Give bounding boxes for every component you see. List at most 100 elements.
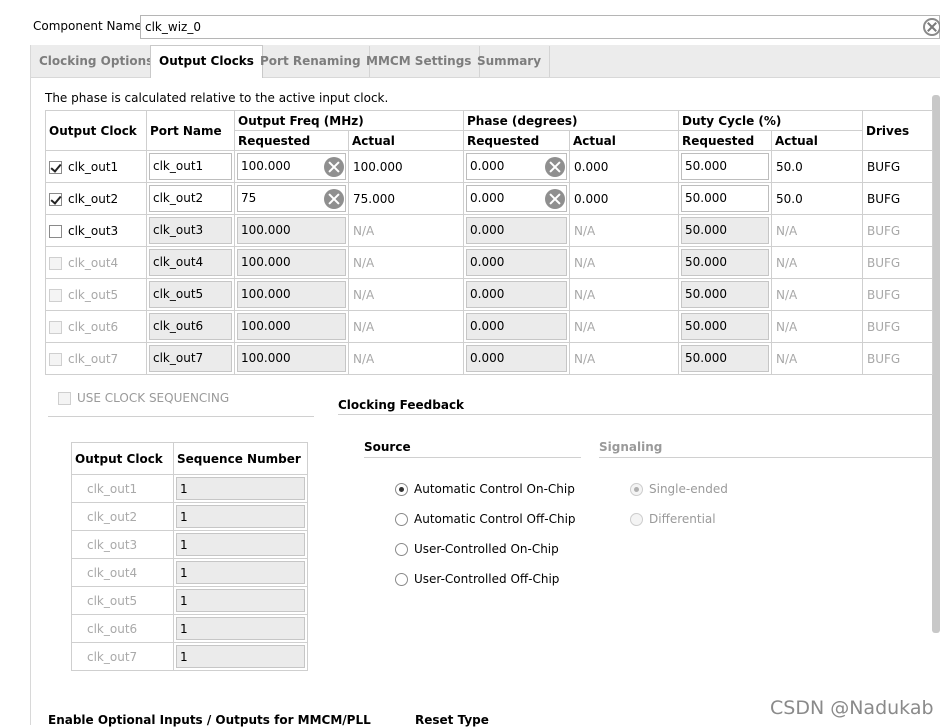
drives-value: BUFG [867, 191, 901, 206]
radio-automatic-off-chip[interactable]: Automatic Control Off-Chip [395, 512, 576, 526]
duty-requested-input: 50.000 [681, 281, 769, 308]
output-clock-name: clk_out5 [68, 287, 119, 302]
duty-requested-input[interactable]: 50.000 [681, 185, 769, 212]
phase-note: The phase is calculated relative to the … [45, 91, 389, 105]
sequence-number-input: 1 [176, 477, 305, 500]
header-output-clock: Output Clock [45, 110, 147, 151]
clear-icon[interactable] [545, 189, 565, 209]
header-phase-actual: Actual [569, 130, 679, 151]
tab-port-renaming[interactable]: Port Renaming [252, 46, 370, 77]
duty-requested-input: 50.000 [681, 249, 769, 276]
tab-clocking-options[interactable]: Clocking Options [31, 46, 163, 77]
radio-label: User-Controlled Off-Chip [414, 572, 560, 586]
port-name-input[interactable]: clk_out3 [149, 217, 232, 244]
radio-user-on-chip[interactable]: User-Controlled On-Chip [395, 542, 559, 556]
port-name-input[interactable]: clk_out2 [149, 185, 232, 212]
use-clock-sequencing: USE CLOCK SEQUENCING [55, 391, 229, 405]
phase-actual: N/A [574, 351, 596, 366]
divider [48, 416, 314, 417]
clk-out5-checkbox [49, 288, 62, 302]
phase-requested-input: 0.000 [466, 345, 567, 372]
clk-out4-checkbox [49, 256, 62, 270]
clear-icon[interactable] [324, 157, 344, 177]
radio-icon[interactable] [395, 483, 408, 496]
table-row: clk_out4 1 [71, 558, 308, 587]
radio-label: Differential [649, 512, 716, 526]
output-clock-name: clk_out2 [68, 191, 119, 206]
header-output-clock: Output Clock [71, 442, 174, 475]
clear-icon[interactable] [545, 157, 565, 177]
radio-label: Automatic Control Off-Chip [414, 512, 576, 526]
freq-actual: N/A [353, 223, 375, 238]
clk-out7-checkbox [49, 352, 62, 366]
sequence-number-input: 1 [176, 589, 305, 612]
sequence-table: Output Clock Sequence Number clk_out1 1 c… [71, 442, 308, 671]
duty-actual: N/A [776, 319, 798, 334]
table-row: clk_out2 clk_out2 75 75.000 0.000 0.000 … [45, 182, 933, 215]
table-row: clk_out1 1 [71, 474, 308, 503]
radio-icon[interactable] [395, 543, 408, 556]
phase-requested-input: 0.000 [466, 249, 567, 276]
header-freq-requested: Requested [234, 130, 349, 151]
tab-mmcm-settings[interactable]: MMCM Settings [358, 46, 481, 77]
sequence-number-input: 1 [176, 533, 305, 556]
header-freq-actual: Actual [348, 130, 464, 151]
sequence-number-input: 1 [176, 645, 305, 668]
freq-requested-input: 100.000 [237, 345, 346, 372]
freq-requested-input[interactable]: 100.000 [237, 217, 346, 244]
output-clock-name: clk_out1 [68, 159, 119, 174]
table-row: clk_out1 clk_out1 100.000 100.000 0.000 … [45, 150, 933, 183]
tab-summary[interactable]: Summary [469, 46, 551, 77]
duty-actual: N/A [776, 255, 798, 270]
output-clock-name: clk_out4 [68, 255, 119, 270]
tab-output-clocks[interactable]: Output Clocks [150, 45, 263, 78]
radio-icon[interactable] [395, 513, 408, 526]
clk-out3-checkbox[interactable] [49, 224, 62, 238]
duty-requested-input: 50.000 [681, 313, 769, 340]
clear-icon[interactable] [923, 18, 940, 36]
freq-actual: N/A [353, 351, 375, 366]
duty-actual: N/A [776, 351, 798, 366]
divider [599, 457, 933, 458]
table-row: clk_out2 1 [71, 502, 308, 531]
seq-clock-name: clk_out1 [71, 474, 174, 503]
vertical-scrollbar[interactable] [932, 95, 940, 633]
port-name-input[interactable]: clk_out1 [149, 153, 232, 180]
radio-icon[interactable] [395, 573, 408, 586]
duty-requested-input[interactable]: 50.000 [681, 217, 769, 244]
table-row: clk_out3 clk_out3 100.000 N/A 0.000 N/A … [45, 214, 933, 247]
sequence-number-input: 1 [176, 617, 305, 640]
duty-actual: 50.0 [776, 191, 803, 206]
clk-out2-checkbox[interactable] [49, 192, 62, 206]
header-duty-cycle: Duty Cycle (%) [678, 110, 863, 131]
component-name-input[interactable] [140, 15, 940, 39]
freq-actual: N/A [353, 287, 375, 302]
phase-requested-input: 0.000 [466, 281, 567, 308]
component-name-label: Component Name [33, 19, 142, 33]
duty-requested-input[interactable]: 50.000 [681, 153, 769, 180]
header-phase-requested: Requested [463, 130, 570, 151]
radio-user-off-chip[interactable]: User-Controlled Off-Chip [395, 572, 559, 586]
signaling-title: Signaling [599, 440, 663, 454]
clk-out1-checkbox[interactable] [49, 160, 62, 174]
divider [364, 457, 581, 458]
clear-icon[interactable] [324, 189, 344, 209]
sequence-number-input: 1 [176, 505, 305, 528]
phase-actual: 0.000 [574, 159, 609, 174]
radio-icon [630, 483, 643, 496]
phase-actual: N/A [574, 255, 596, 270]
use-clock-sequencing-checkbox [58, 392, 71, 405]
radio-automatic-on-chip[interactable]: Automatic Control On-Chip [395, 482, 575, 496]
seq-clock-name: clk_out4 [71, 558, 174, 587]
output-clock-name: clk_out7 [68, 351, 119, 366]
radio-single-ended: Single-ended [630, 482, 728, 496]
header-phase: Phase (degrees) [463, 110, 679, 131]
watermark: CSDN @Nadukab [770, 697, 934, 719]
seq-clock-name: clk_out5 [71, 586, 174, 615]
phase-requested-input: 0.000 [466, 313, 567, 340]
freq-requested-input: 100.000 [237, 249, 346, 276]
phase-requested-input[interactable]: 0.000 [466, 217, 567, 244]
phase-actual: N/A [574, 223, 596, 238]
drives-value: BUFG [867, 255, 901, 270]
clocking-feedback-title: Clocking Feedback [338, 398, 465, 412]
